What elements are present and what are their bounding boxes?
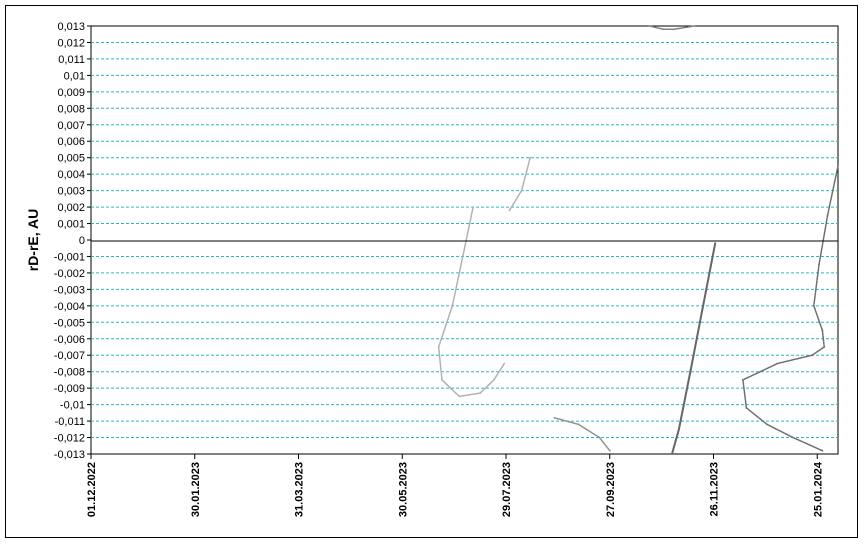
data-point [472,206,474,209]
data-point [776,362,779,365]
y-tick-label: -0,002 [54,268,85,280]
data-point [461,255,464,258]
y-tick-label: 0,013 [57,21,85,33]
data-point [508,209,511,212]
data-point [821,329,824,332]
data-point [493,379,495,381]
data-point [823,346,826,348]
data-point [553,416,556,419]
y-tick-label: 0,003 [57,186,85,198]
data-point [811,354,813,357]
y-tick-label: 0,011 [58,54,85,66]
data-point [671,453,673,455]
data-point [598,436,601,439]
data-point [821,449,824,452]
data-point [742,379,744,381]
y-tick-label: 0,012 [57,37,85,49]
y-tick-label: 0,01 [64,70,85,82]
data-point [812,304,815,307]
x-tick-label: 26.11.2023 [709,462,721,516]
y-tick-label: -0,001 [54,251,85,263]
data-point [662,28,665,31]
y-tick-label: 0,005 [57,153,85,165]
data-point [608,449,611,452]
y-tick-label: -0,01 [60,400,85,412]
data-point [826,214,829,217]
data-point [503,362,506,365]
y-tick-label: -0,009 [54,383,85,395]
x-tick-label: 01.12.2022 [86,462,98,517]
y-tick-label: -0,011 [55,416,85,428]
y-tick-label: 0,009 [57,87,85,99]
data-point [818,263,820,266]
y-axis-ticks: 0,013 0,012 0,011 0,01 0,009 0,008 0,007 0,006 0… [54,21,91,461]
data-point [451,304,454,307]
y-tick-label: 0,002 [57,202,85,214]
data-point [745,407,748,409]
y-tick-label: 0,007 [57,120,85,132]
x-axis-ticks: 01.12.2022 30.01.2023 31.03.2023 30.05.2023… [86,454,824,517]
data-point [837,165,839,167]
x-tick-label: 27.09.2023 [605,462,617,517]
x-tick-label: 31.03.2023 [294,462,306,517]
y-tick-label: -0,012 [54,433,85,445]
data-point [577,423,580,426]
data-point [690,367,692,370]
y-tick-label: -0,005 [54,317,85,329]
data-point [520,189,523,192]
y-tick-label: 0,006 [57,136,85,148]
x-tick-label: 30.01.2023 [190,462,202,517]
plot-area [90,25,839,455]
data-point [458,395,461,398]
x-tick-label: 29.07.2023 [501,462,513,517]
y-tick-label: -0,008 [54,367,85,379]
y-tick-label: 0 [79,235,85,247]
data-point [648,25,651,27]
y-tick-label: 0,004 [57,169,85,181]
data-point [792,436,794,439]
data-point [678,428,680,431]
x-tick-label: 30.05.2023 [397,462,409,517]
data-point [714,242,717,245]
y-tick-label: 0,001 [57,219,85,231]
x-tick-label: 25.01.2024 [812,461,824,517]
data-point [479,392,481,394]
data-point [529,156,532,159]
data-point [766,423,768,426]
y-tick-label: -0,007 [54,350,85,362]
y-tick-label: -0,013 [54,449,85,461]
data-point [702,304,704,307]
chart-svg: 0,013 0,012 0,011 0,01 0,009 0,008 0,007 0,006 0… [25,21,839,517]
y-tick-label: 0,008 [57,103,85,115]
y-tick-label: -0,004 [54,301,85,313]
data-point [441,379,443,381]
data-point [672,28,675,31]
y-tick-label: -0,006 [54,334,85,346]
data-point [437,346,440,348]
y-tick-label: -0,003 [54,284,85,296]
y-axis-label: rD-rE, AU [25,209,41,272]
data-point [693,25,696,27]
